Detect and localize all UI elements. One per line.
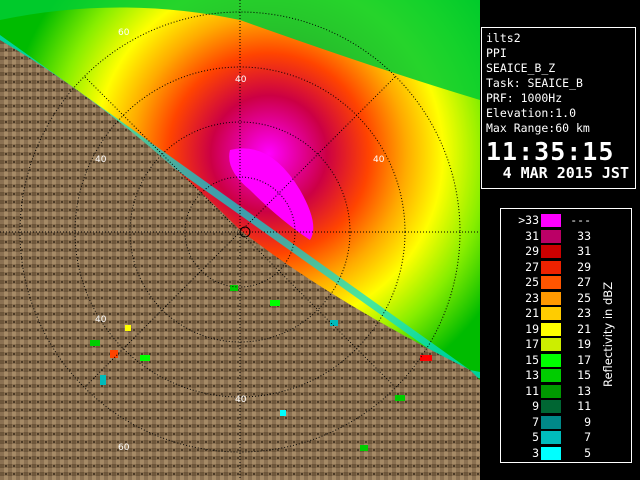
legend-row: 79 <box>501 415 601 430</box>
legend-lower-value: 29 <box>525 244 539 258</box>
radar-info-panel: ilts2 PPI SEAICE_B_Z Task: SEAICE_B PRF:… <box>481 27 636 189</box>
legend-lower-value: 17 <box>525 337 539 351</box>
legend-lower-value: 3 <box>532 445 539 460</box>
reflectivity-legend: >33 --- 31 33 29 31 27 29 25 27 23 25 21 23 19 21 17 19 15… <box>500 208 632 463</box>
legend-upper-value: 11 <box>577 399 591 413</box>
legend-lower-value: 13 <box>525 368 539 382</box>
legend-lower-value: >33 <box>518 213 539 227</box>
legend-lower-value: 9 <box>532 399 539 413</box>
product-name: SEAICE_B_Z <box>486 61 556 75</box>
legend-lower-value: 23 <box>525 290 539 305</box>
legend-lower-value: 7 <box>532 414 539 429</box>
legend-row: 15 17 <box>501 353 601 368</box>
legend-row: 11 13 <box>501 384 601 399</box>
legend-upper-value: 13 <box>577 383 591 398</box>
prf-value: PRF: 1000Hz <box>486 91 563 105</box>
legend-row: 23 25 <box>501 291 601 306</box>
ring-label-60-bottom: 60 <box>118 443 130 453</box>
legend-upper-value: 23 <box>577 306 591 320</box>
legend-row: 27 29 <box>501 260 601 275</box>
legend-upper-value: 33 <box>577 228 591 243</box>
legend-lower-value: 5 <box>532 430 539 444</box>
legend-upper-value: 15 <box>577 368 591 382</box>
legend-color-swatch <box>541 338 561 351</box>
legend-lower-value: 19 <box>525 321 539 336</box>
legend-color-swatch <box>541 353 561 367</box>
legend-row: 9 11 <box>501 399 601 414</box>
ring-label-60-top: 60 <box>118 28 130 38</box>
legend-upper-value: 7 <box>584 430 591 444</box>
observation-time: 11:35:15 <box>486 137 615 166</box>
legend-color-swatch <box>541 307 561 320</box>
legend-row: 13 15 <box>501 368 601 383</box>
legend-upper-value: 21 <box>577 321 591 336</box>
legend-upper-value: 17 <box>577 352 591 367</box>
legend-row: 31 33 <box>501 229 601 244</box>
legend-upper-value: 25 <box>577 290 591 305</box>
legend-lower-value: 31 <box>525 228 539 243</box>
legend-row: 57 <box>501 430 601 445</box>
legend-upper-value: 19 <box>577 337 591 351</box>
legend-color-swatch <box>541 291 561 305</box>
legend-color-swatch <box>541 260 561 274</box>
task-name: Task: SEAICE_B <box>486 76 583 90</box>
legend-lower-value: 21 <box>525 306 539 320</box>
observation-date: 4 MAR 2015 JST <box>502 164 629 182</box>
legend-upper-value: 5 <box>584 445 591 460</box>
legend-color-swatch <box>541 276 561 289</box>
legend-row: 21 23 <box>501 306 601 321</box>
legend-lower-value: 11 <box>525 383 539 398</box>
legend-color-swatch <box>541 229 561 243</box>
legend-color-swatch <box>541 245 561 258</box>
legend-color-swatch <box>541 400 561 413</box>
legend-lower-value: 15 <box>525 352 539 367</box>
legend-upper-value: 29 <box>577 259 591 274</box>
ring-label-40-bottom-left: 40 <box>95 315 107 325</box>
legend-row: >33 --- <box>501 213 601 228</box>
ring-label-40-left: 40 <box>95 155 107 165</box>
legend-upper-value: 31 <box>577 244 591 258</box>
ring-label-40-top: 40 <box>235 75 247 85</box>
legend-lower-value: 25 <box>525 275 539 289</box>
legend-upper-value: --- <box>570 213 591 227</box>
legend-color-swatch <box>541 431 561 444</box>
radar-map: 40 40 40 40 40 60 60 <box>0 0 480 480</box>
legend-title: Reflectivity in dBZ <box>601 281 615 387</box>
legend-upper-value: 27 <box>577 275 591 289</box>
ring-label-40-bottom: 40 <box>235 395 247 405</box>
legend-color-swatch <box>541 446 561 460</box>
max-range-value: Max Range:60 km <box>486 121 590 135</box>
legend-color-swatch <box>541 214 561 227</box>
legend-row: 17 19 <box>501 337 601 352</box>
legend-color-swatch <box>541 415 561 429</box>
legend-lower-value: 27 <box>525 259 539 274</box>
legend-upper-value: 9 <box>584 414 591 429</box>
scan-type: PPI <box>486 46 507 60</box>
radar-name: ilts2 <box>486 31 521 45</box>
legend-color-swatch <box>541 322 561 336</box>
legend-row: 25 27 <box>501 275 601 290</box>
legend-color-swatch <box>541 369 561 382</box>
radar-ppi-image: 40 40 40 40 40 60 60 <box>0 0 480 480</box>
ring-label-40-right: 40 <box>373 155 385 165</box>
elevation-value: Elevation:1.0 <box>486 106 577 120</box>
legend-row: 35 <box>501 446 601 461</box>
legend-row: 19 21 <box>501 322 601 337</box>
legend-color-swatch <box>541 384 561 398</box>
legend-row: 29 31 <box>501 244 601 259</box>
